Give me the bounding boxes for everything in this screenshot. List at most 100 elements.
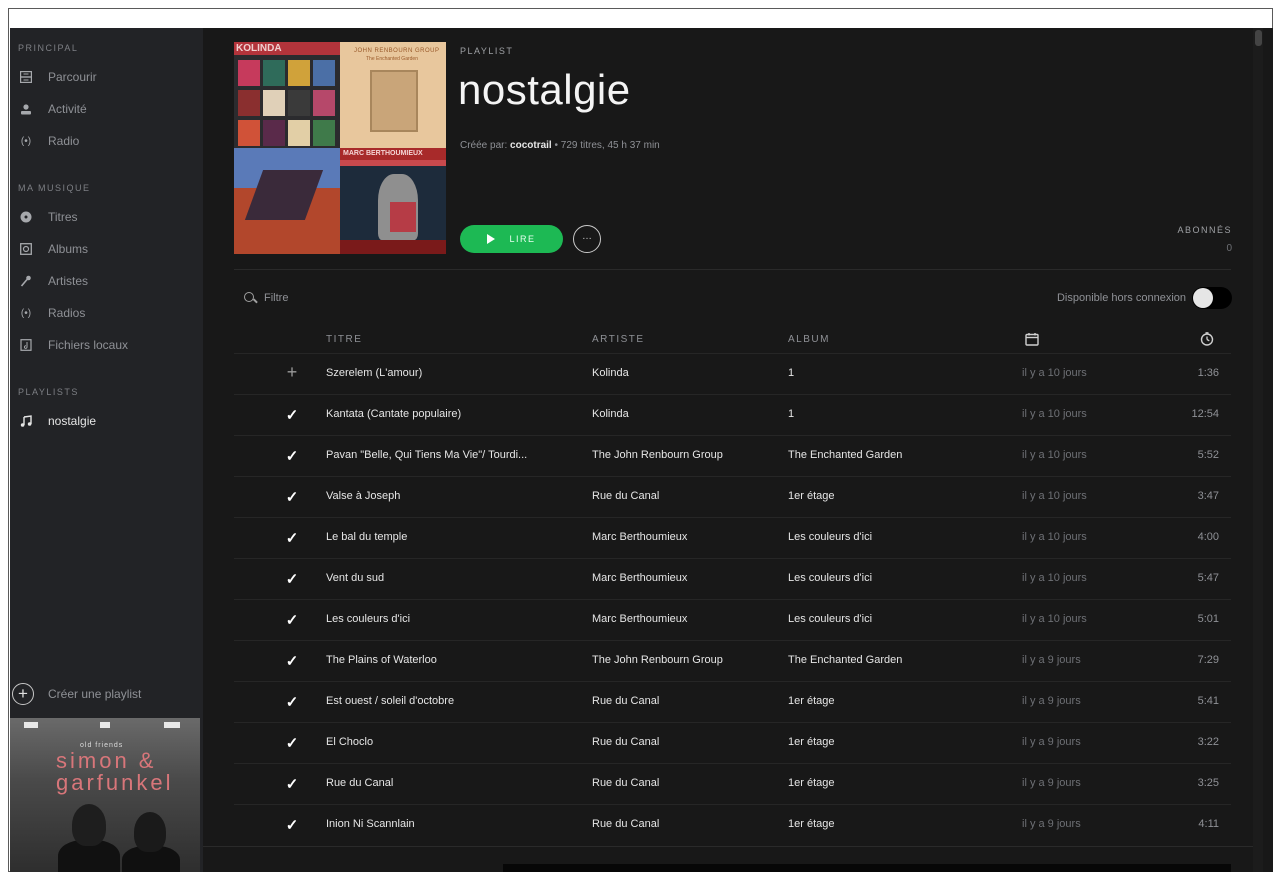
table-row[interactable]: ✓ Kantata (Cantate populaire) Kolinda 1 il y… — [234, 394, 1231, 435]
checkmark-icon[interactable]: ✓ — [284, 816, 300, 834]
checkmark-icon[interactable]: ✓ — [284, 611, 300, 629]
checkmark-icon[interactable]: ✓ — [284, 775, 300, 793]
track-album[interactable]: 1er étage — [788, 777, 1008, 789]
table-row[interactable]: ✓ Les couleurs d'ici Marc Berthoumieux Les … — [234, 599, 1231, 640]
table-row[interactable]: ✓ El Choclo Rue du Canal 1er étage il y a 9 … — [234, 722, 1231, 763]
checkmark-icon[interactable]: ✓ — [284, 447, 300, 465]
track-artist[interactable]: Kolinda — [592, 367, 772, 379]
track-album[interactable]: 1er étage — [788, 490, 1008, 502]
track-title: Kantata (Cantate populaire) — [326, 408, 462, 420]
more-options-button[interactable]: … — [573, 225, 601, 253]
track-album[interactable]: The Enchanted Garden — [788, 654, 1008, 666]
column-header-album[interactable]: ALBUM — [788, 334, 830, 345]
track-title: Valse à Joseph — [326, 490, 401, 502]
sidebar: PRINCIPAL Parcourir Activité (•) Radio M… — [10, 28, 203, 872]
playlist-stats: • 729 titres, 45 h 37 min — [554, 140, 660, 151]
now-playing-cover-art[interactable]: old friends simon & garfunkel — [10, 718, 200, 872]
track-duration: 1:36 — [1197, 367, 1219, 379]
playlist-type-label: PLAYLIST — [460, 46, 514, 56]
sidebar-item-radios[interactable]: (•) Radios — [18, 302, 85, 324]
filter-placeholder: Filtre — [264, 292, 289, 304]
banner-strip — [503, 864, 1231, 872]
table-row[interactable]: ✓ Rue du Canal Rue du Canal 1er étage il y a… — [234, 763, 1231, 804]
track-album[interactable]: 1er étage — [788, 818, 1008, 830]
table-row[interactable]: ✓ Vent du sud Marc Berthoumieux Les couleur… — [234, 558, 1231, 599]
checkmark-icon[interactable]: ✓ — [284, 488, 300, 506]
sidebar-item-albums[interactable]: Albums — [18, 238, 88, 260]
checkmark-icon[interactable]: ✓ — [284, 529, 300, 547]
sidebar-item-artists[interactable]: Artistes — [18, 270, 88, 292]
ellipsis-icon: … — [582, 231, 592, 242]
track-album[interactable]: 1er étage — [788, 736, 1008, 748]
table-row[interactable]: ✓ Est ouest / soleil d'octobre Rue du Cana… — [234, 681, 1231, 722]
created-by-label: Créée par: — [460, 140, 508, 151]
checkmark-icon[interactable]: ✓ — [284, 570, 300, 588]
cover-lights — [24, 722, 180, 728]
offline-toggle[interactable] — [1192, 287, 1232, 309]
track-duration: 12:54 — [1191, 408, 1219, 420]
create-playlist-button[interactable]: + Créer une playlist — [12, 682, 141, 706]
table-row[interactable]: ✓ Inion Ni Scannlain Rue du Canal 1er étage… — [234, 804, 1231, 845]
sidebar-item-playlist-nostalgie[interactable]: nostalgie — [18, 410, 96, 432]
track-album[interactable]: 1er étage — [788, 695, 1008, 707]
track-artist[interactable]: Rue du Canal — [592, 490, 772, 502]
scrollbar[interactable] — [1253, 28, 1263, 872]
track-duration: 4:00 — [1197, 531, 1219, 543]
cover-tile-john-renbourn: JOHN RENBOURN GROUP The Enchanted Garden — [340, 42, 446, 148]
section-title-principal: PRINCIPAL — [18, 43, 79, 53]
table-row[interactable]: ✓ Pavan "Belle, Qui Tiens Ma Vie"/ Tourdi… — [234, 435, 1231, 476]
main-content: KOLINDA JOHN RENBOURN GROUP The Enchante… — [203, 28, 1263, 872]
column-header-artist[interactable]: ARTISTE — [592, 334, 645, 345]
track-duration: 3:22 — [1197, 736, 1219, 748]
track-artist[interactable]: The John Renbourn Group — [592, 449, 772, 461]
track-artist[interactable]: Rue du Canal — [592, 736, 772, 748]
clock-icon[interactable] — [1200, 332, 1214, 349]
sidebar-item-browse[interactable]: Parcourir — [18, 66, 97, 88]
track-album[interactable]: Les couleurs d'ici — [788, 572, 1008, 584]
scrollbar-thumb[interactable] — [1255, 30, 1262, 46]
track-album[interactable]: Les couleurs d'ici — [788, 613, 1008, 625]
track-artist[interactable]: Rue du Canal — [592, 818, 772, 830]
sidebar-item-label: Fichiers locaux — [48, 338, 129, 352]
track-artist[interactable]: Marc Berthoumieux — [592, 613, 772, 625]
track-duration: 3:47 — [1197, 490, 1219, 502]
section-title-playlists: PLAYLISTS — [18, 387, 79, 397]
table-row[interactable]: + Szerelem (L'amour) Kolinda 1 il y a 10 jou… — [234, 353, 1231, 394]
checkmark-icon[interactable]: ✓ — [284, 693, 300, 711]
table-row[interactable]: ✓ Le bal du temple Marc Berthoumieux Les co… — [234, 517, 1231, 558]
track-album[interactable]: Les couleurs d'ici — [788, 531, 1008, 543]
play-button[interactable]: LIRE — [460, 225, 563, 253]
offline-toggle-group: Disponible hors connexion — [1057, 287, 1232, 309]
table-row[interactable]: ✓ Valse à Joseph Rue du Canal 1er étage il y… — [234, 476, 1231, 517]
play-button-label: LIRE — [509, 234, 536, 244]
track-added-date: il y a 10 jours — [1022, 490, 1087, 502]
cover-tile-rue-du-canal — [234, 148, 340, 254]
track-artist[interactable]: The John Renbourn Group — [592, 654, 772, 666]
sidebar-item-activity[interactable]: Activité — [18, 98, 87, 120]
sidebar-item-radio[interactable]: (•) Radio — [18, 130, 79, 152]
track-artist[interactable]: Marc Berthoumieux — [592, 572, 772, 584]
tile-subtitle: The Enchanted Garden — [366, 56, 418, 62]
track-artist[interactable]: Marc Berthoumieux — [592, 531, 772, 543]
track-artist[interactable]: Kolinda — [592, 408, 772, 420]
calendar-icon[interactable] — [1025, 332, 1039, 349]
checkmark-icon[interactable]: ✓ — [284, 652, 300, 670]
track-album[interactable]: 1 — [788, 367, 1008, 379]
add-icon[interactable]: + — [284, 362, 300, 383]
track-artist[interactable]: Rue du Canal — [592, 695, 772, 707]
track-added-date: il y a 10 jours — [1022, 572, 1087, 584]
track-album[interactable]: The Enchanted Garden — [788, 449, 1008, 461]
checkmark-icon[interactable]: ✓ — [284, 734, 300, 752]
playlist-owner-link[interactable]: cocotrail — [510, 140, 552, 151]
cover-head-left — [72, 804, 106, 846]
track-album[interactable]: 1 — [788, 408, 1008, 420]
column-header-title[interactable]: TITRE — [326, 334, 362, 345]
track-title: Vent du sud — [326, 572, 385, 584]
track-artist[interactable]: Rue du Canal — [592, 777, 772, 789]
sidebar-item-local-files[interactable]: Fichiers locaux — [18, 334, 128, 356]
table-row[interactable]: ✓ The Plains of Waterloo The John Renbourn… — [234, 640, 1231, 681]
sidebar-item-songs[interactable]: Titres — [18, 206, 78, 228]
filter-input[interactable]: Filtre — [244, 290, 288, 306]
tracklist-header: TITRE ARTISTE ALBUM — [234, 332, 1231, 352]
checkmark-icon[interactable]: ✓ — [284, 406, 300, 424]
